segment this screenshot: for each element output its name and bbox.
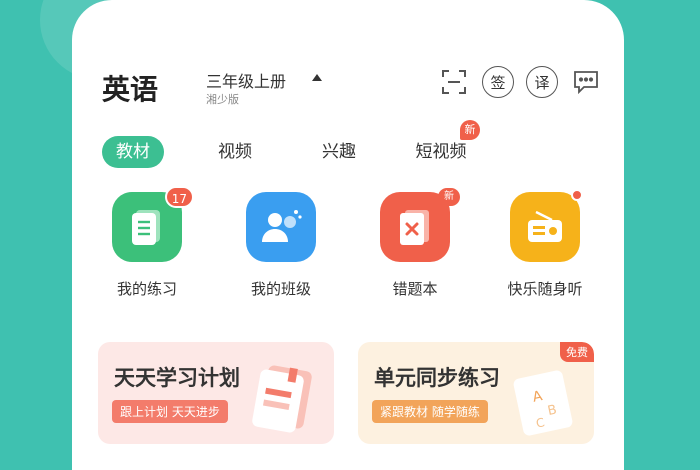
app-wrong-questions[interactable]: 新 错题本 [350, 188, 480, 299]
app-label: 快乐随身听 [507, 280, 583, 298]
app-screen: 英语 三年级上册 湘少版 签 译 教材 视频 兴趣 短视频 新 17 我的练习 … [72, 0, 624, 470]
app-happy-listening[interactable]: 快乐随身听 [480, 189, 610, 299]
tab-short-video-label: 短视频 [415, 142, 467, 162]
notification-dot [571, 189, 583, 201]
tab-textbook[interactable]: 教材 [102, 136, 164, 168]
card-subtitle: 紧跟教材 随学随练 [372, 400, 488, 423]
class-users-icon [246, 192, 316, 262]
feature-grid: 17 我的练习 我的班级 新 错题本 快乐随身听 [72, 186, 624, 312]
header-actions: 签 译 [438, 66, 602, 98]
scan-icon[interactable] [438, 66, 470, 98]
grade-selector[interactable]: 三年级上册 [206, 68, 286, 92]
message-icon[interactable] [570, 66, 602, 98]
header-bar: 英语 三年级上册 湘少版 签 译 [102, 62, 602, 112]
tab-bar: 教材 视频 兴趣 短视频 新 [102, 120, 522, 170]
app-label: 我的班级 [250, 280, 311, 298]
new-badge: 新 [460, 120, 480, 140]
tab-short-video[interactable]: 短视频 新 [406, 120, 480, 168]
tab-video[interactable]: 视频 [210, 136, 260, 168]
exercise-count-badge: 17 [164, 186, 194, 208]
promo-cards: 天天学习计划 跟上计划 天天进步 单元同步练习 紧跟教材 随学随练 免费 A B… [98, 342, 598, 452]
card-subtitle: 跟上计划 天天进步 [112, 400, 228, 423]
app-label: 错题本 [392, 280, 438, 298]
abc-book-icon: A B C [513, 370, 573, 436]
translate-button[interactable]: 译 [526, 66, 558, 98]
translate-label: 译 [534, 73, 550, 92]
radio-icon [510, 189, 583, 262]
app-my-exercises[interactable]: 17 我的练习 [82, 186, 212, 299]
wrong-questions-book-icon: 新 [380, 188, 460, 262]
unit-sync-practice-card[interactable]: 单元同步练习 紧跟教材 随学随练 免费 A B C [358, 342, 594, 444]
exercise-list-icon: 17 [112, 186, 194, 262]
edition-label: 湘少版 [206, 93, 239, 106]
sign-in-button[interactable]: 签 [482, 66, 514, 98]
daily-study-plan-card[interactable]: 天天学习计划 跟上计划 天天进步 [98, 342, 334, 444]
card-title: 天天学习计划 [114, 366, 240, 390]
app-my-class[interactable]: 我的班级 [216, 192, 346, 299]
app-label: 我的练习 [116, 280, 177, 298]
free-badge: 免费 [560, 342, 594, 362]
dropdown-triangle-icon[interactable] [312, 74, 322, 81]
tab-interest[interactable]: 兴趣 [314, 136, 364, 168]
new-badge: 新 [438, 188, 460, 206]
notebook-icon [252, 365, 312, 433]
card-title: 单元同步练习 [374, 366, 500, 390]
subject-title[interactable]: 英语 [102, 68, 158, 108]
sign-in-label: 签 [490, 73, 506, 92]
